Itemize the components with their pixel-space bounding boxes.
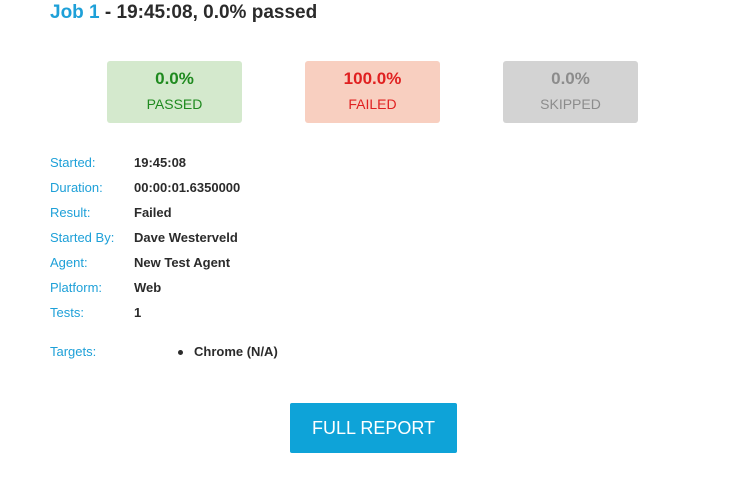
passed-stat-card: 0.0% PASSED — [107, 61, 242, 123]
detail-row-tests: Tests: 1 — [50, 304, 240, 329]
detail-row-started: Started: 19:45:08 — [50, 154, 240, 179]
target-item: Chrome (N/A) — [176, 343, 278, 361]
page-title: Job 1 - 19:45:08, 0.0% passed — [50, 2, 317, 24]
failed-percent: 100.0% — [343, 69, 402, 88]
detail-row-agent: Agent: New Test Agent — [50, 254, 240, 279]
detail-key: Started By: — [50, 230, 115, 245]
detail-key: Tests: — [50, 305, 84, 320]
detail-key: Platform: — [50, 280, 103, 295]
target-label: Chrome (N/A) — [194, 344, 278, 359]
detail-key: Started: — [50, 155, 96, 170]
detail-key: Result: — [50, 205, 91, 220]
detail-value: Failed — [134, 205, 172, 220]
detail-value: Web — [134, 280, 162, 295]
detail-value: 19:45:08 — [134, 155, 187, 170]
passed-percent: 0.0% — [155, 69, 194, 88]
detail-row-duration: Duration: 00:00:01.6350000 — [50, 179, 240, 204]
targets-list: Chrome (N/A) — [176, 343, 278, 361]
job-details: Started: 19:45:08 Duration: 00:00:01.63500… — [50, 154, 240, 329]
passed-label: PASSED — [146, 96, 203, 112]
detail-value: 00:00:01.6350000 — [134, 180, 241, 195]
detail-value: Dave Westerveld — [134, 230, 238, 245]
detail-value: New Test Agent — [134, 255, 231, 270]
failed-label: FAILED — [348, 96, 397, 112]
targets-key: Targets: — [50, 344, 97, 359]
job-summary-text: - 19:45:08, 0.0% passed — [99, 2, 318, 23]
targets-section: Targets: Chrome (N/A) — [50, 343, 278, 361]
skipped-stat-card: 0.0% SKIPPED — [503, 61, 638, 123]
bullet-icon — [178, 350, 183, 355]
detail-row-started-by: Started By: Dave Westerveld — [50, 229, 240, 254]
failed-stat-card: 100.0% FAILED — [305, 61, 440, 123]
job-link[interactable]: Job 1 — [50, 2, 100, 23]
skipped-label: SKIPPED — [540, 96, 601, 112]
detail-value: 1 — [134, 305, 142, 320]
detail-key: Duration: — [50, 180, 103, 195]
full-report-button[interactable]: FULL REPORT — [290, 403, 457, 453]
detail-row-platform: Platform: Web — [50, 279, 240, 304]
detail-row-result: Result: Failed — [50, 204, 240, 229]
detail-key: Agent: — [50, 255, 88, 270]
skipped-percent: 0.0% — [551, 69, 590, 88]
